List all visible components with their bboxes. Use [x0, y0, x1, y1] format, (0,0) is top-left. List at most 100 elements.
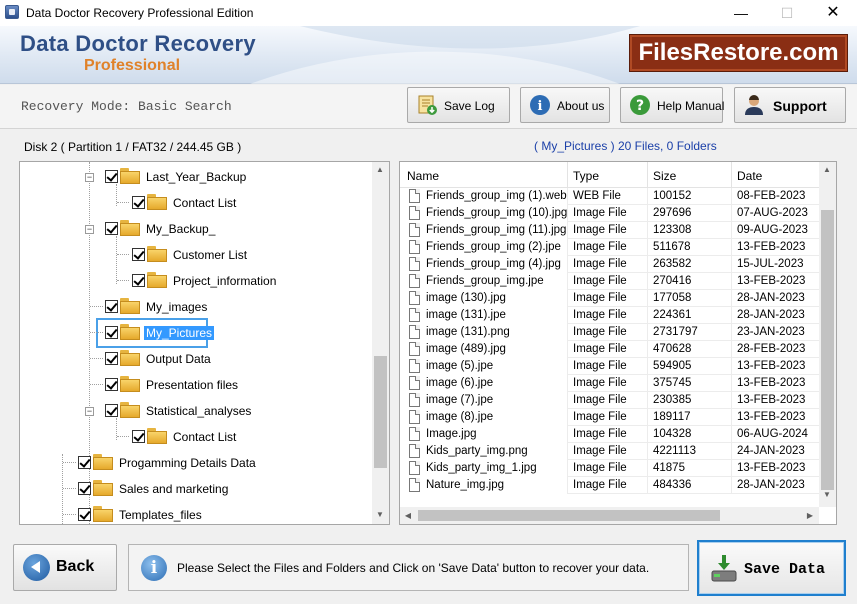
back-button[interactable]: Back: [13, 544, 117, 591]
checkbox[interactable]: [132, 430, 145, 443]
tree-node-label[interactable]: Sales and marketing: [119, 482, 228, 496]
tree-node[interactable]: Project_information: [20, 272, 375, 292]
site-badge[interactable]: FilesRestore.com: [629, 34, 848, 72]
tree-node[interactable]: Customer List: [20, 246, 375, 266]
file-size: 375745: [653, 377, 692, 389]
collapse-icon[interactable]: −: [85, 225, 94, 234]
file-row[interactable]: image (5).jpe Image File 594905 13-FEB-2023: [400, 358, 820, 375]
tree-node[interactable]: Contact List: [20, 194, 375, 214]
file-list-hscrollbar[interactable]: ◀ ▶: [400, 507, 819, 524]
tree-node[interactable]: Output Data: [20, 350, 375, 370]
collapse-icon[interactable]: −: [85, 173, 94, 182]
tree-node-label[interactable]: Contact List: [173, 196, 236, 210]
file-list-vscrollbar[interactable]: ▲ ▼: [819, 162, 836, 507]
collapse-icon[interactable]: −: [85, 407, 94, 416]
column-header-name[interactable]: Name: [407, 169, 439, 183]
tree-node-label[interactable]: My_Pictures: [144, 326, 215, 340]
scrollbar-thumb[interactable]: [821, 210, 834, 490]
checkbox[interactable]: [78, 482, 91, 495]
checkbox[interactable]: [105, 170, 118, 183]
tree-node-label[interactable]: Last_Year_Backup: [146, 170, 246, 184]
file-row[interactable]: image (131).png Image File 2731797 23-JAN-2…: [400, 324, 820, 341]
file-row[interactable]: Friends_group_img (4).jpg Image File 26358…: [400, 256, 820, 273]
tree-node-label[interactable]: Customer List: [173, 248, 247, 262]
file-name: Friends_group_img (11).jpg: [426, 224, 567, 236]
checkbox[interactable]: [105, 378, 118, 391]
scrollbar-thumb[interactable]: [418, 510, 720, 521]
tree-node-label[interactable]: My_images: [146, 300, 207, 314]
save-data-button[interactable]: Save Data: [697, 540, 846, 596]
tree-node[interactable]: Sales and marketing: [20, 480, 375, 500]
column-header-date[interactable]: Date: [737, 169, 762, 183]
file-row[interactable]: image (8).jpe Image File 189117 13-FEB-2023: [400, 409, 820, 426]
tree-node[interactable]: Templates_files: [20, 506, 375, 524]
tree-node[interactable]: Contact List: [20, 428, 375, 448]
scroll-up-icon[interactable]: ▲: [372, 165, 388, 174]
tree-scrollbar[interactable]: ▲ ▼: [372, 162, 389, 524]
scrollbar-thumb[interactable]: [374, 356, 387, 468]
maximize-button[interactable]: ☐: [764, 0, 810, 26]
close-button[interactable]: ✕: [810, 0, 856, 26]
checkbox[interactable]: [105, 404, 118, 417]
file-row[interactable]: Friends_group_img (10).jpg Image File 2976…: [400, 205, 820, 222]
tree-node[interactable]: My_images: [20, 298, 375, 318]
support-button[interactable]: Support: [734, 87, 846, 123]
file-icon: [409, 189, 420, 203]
tree-node-label[interactable]: Presentation files: [146, 378, 238, 392]
tree-node[interactable]: Progamming Details Data: [20, 454, 375, 474]
scroll-left-icon[interactable]: ◀: [402, 511, 414, 520]
folder-tree[interactable]: − Last_Year_Backup Contact List − My_Bac…: [19, 161, 390, 525]
tree-node-label[interactable]: Project_information: [173, 274, 276, 288]
save-log-button[interactable]: Save Log: [407, 87, 510, 123]
tree-node[interactable]: − Statistical_analyses: [20, 402, 375, 422]
file-row[interactable]: image (489).jpg Image File 470628 28-FEB-20…: [400, 341, 820, 358]
file-row[interactable]: Friends_group_img (2).jpe Image File 51167…: [400, 239, 820, 256]
file-list[interactable]: Name Type Size Date Friends_group_img (1…: [399, 161, 837, 525]
file-row[interactable]: Friends_group_img (1).web WEB File 100152 0…: [400, 188, 820, 205]
tree-node[interactable]: − My_Backup_: [20, 220, 375, 240]
tree-node-selected[interactable]: My_Pictures: [20, 324, 375, 344]
file-row[interactable]: image (131).jpe Image File 224361 28-JAN-20…: [400, 307, 820, 324]
checkbox[interactable]: [105, 222, 118, 235]
tree-node-label[interactable]: My_Backup_: [146, 222, 215, 236]
checkbox[interactable]: [78, 456, 91, 469]
file-row[interactable]: image (7).jpe Image File 230385 13-FEB-2023: [400, 392, 820, 409]
help-manual-button[interactable]: ? Help Manual: [620, 87, 724, 123]
column-header-type[interactable]: Type: [573, 169, 599, 183]
file-row[interactable]: Nature_img.jpg Image File 484336 28-JAN-202…: [400, 477, 820, 494]
file-icon: [409, 325, 420, 339]
scroll-up-icon[interactable]: ▲: [819, 165, 835, 174]
instruction-box: i Please Select the Files and Folders an…: [128, 544, 689, 591]
tree-node-label[interactable]: Statistical_analyses: [146, 404, 251, 418]
scroll-down-icon[interactable]: ▼: [372, 510, 388, 519]
file-row[interactable]: image (130).jpg Image File 177058 28-JAN-20…: [400, 290, 820, 307]
checkbox[interactable]: [78, 508, 91, 521]
file-row[interactable]: Friends_group_img (11).jpg Image File 1233…: [400, 222, 820, 239]
minimize-button[interactable]: —: [718, 0, 764, 26]
file-row[interactable]: Kids_party_img.png Image File 4221113 24-JA…: [400, 443, 820, 460]
checkbox[interactable]: [132, 274, 145, 287]
scroll-right-icon[interactable]: ▶: [804, 511, 816, 520]
file-date: 09-AUG-2023: [737, 224, 808, 236]
checkbox[interactable]: [105, 352, 118, 365]
file-row[interactable]: Friends_group_img.jpe Image File 270416 13-…: [400, 273, 820, 290]
file-row[interactable]: Image.jpg Image File 104328 06-AUG-2024: [400, 426, 820, 443]
scroll-down-icon[interactable]: ▼: [819, 490, 835, 499]
tree-node[interactable]: Presentation files: [20, 376, 375, 396]
tree-node-label[interactable]: Progamming Details Data: [119, 456, 256, 470]
checkbox[interactable]: [105, 300, 118, 313]
tree-node-label[interactable]: Output Data: [146, 352, 211, 366]
tree-line: [63, 514, 76, 515]
checkbox[interactable]: [105, 326, 118, 339]
about-us-button[interactable]: i About us: [520, 87, 610, 123]
checkbox[interactable]: [132, 248, 145, 261]
save-log-icon: [418, 95, 437, 115]
column-header-size[interactable]: Size: [653, 169, 676, 183]
tree-node[interactable]: − Last_Year_Backup: [20, 168, 375, 188]
file-date: 13-FEB-2023: [737, 462, 806, 474]
tree-node-label[interactable]: Templates_files: [119, 508, 202, 522]
checkbox[interactable]: [132, 196, 145, 209]
tree-node-label[interactable]: Contact List: [173, 430, 236, 444]
file-row[interactable]: image (6).jpe Image File 375745 13-FEB-2023: [400, 375, 820, 392]
file-row[interactable]: Kids_party_img_1.jpg Image File 41875 13-FE…: [400, 460, 820, 477]
